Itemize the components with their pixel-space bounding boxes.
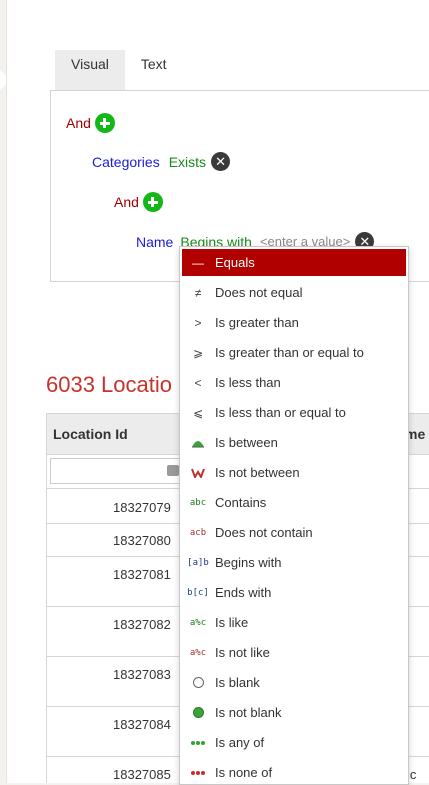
operator-option-label: Begins with — [215, 555, 282, 570]
condition-operator[interactable]: Exists — [169, 154, 206, 170]
operator-option-label: Is none of — [215, 765, 273, 780]
column-header-location-id[interactable]: Location Id — [47, 414, 128, 454]
operator-option-label: Ends with — [215, 585, 272, 600]
ends-with-icon: b[c] — [187, 587, 209, 598]
location-id-cell: 18327085 — [113, 767, 171, 782]
not-between-icon — [187, 468, 209, 478]
operator-option-label: Is any of — [215, 735, 265, 750]
operator-option-label: Equals — [215, 255, 255, 270]
operator-option-is-less-than[interactable]: < Is less than — [182, 369, 406, 396]
not-contain-icon: acb — [189, 527, 207, 538]
operator-option-label: Is between — [215, 435, 278, 450]
operator-option-label: Is blank — [215, 675, 260, 690]
tab-visual[interactable]: Visual — [55, 50, 125, 90]
operator-option-is-not-blank[interactable]: Is not blank — [182, 699, 406, 726]
condition-row-categories: Categories Exists ✕ — [92, 152, 231, 171]
greater-equal-icon: ⩾ — [192, 345, 204, 360]
not-equal-icon: ≠ — [194, 285, 202, 300]
operator-option-label: Does not contain — [215, 525, 313, 540]
operator-option-is-not-between[interactable]: Is not between — [182, 459, 406, 486]
not-like-icon: a%c — [189, 647, 207, 658]
add-condition-icon[interactable] — [94, 113, 115, 133]
operator-option-is-less-than-or-equal-to[interactable]: ⩽ Is less than or equal to — [182, 399, 406, 426]
operator-option-label: Is less than — [215, 375, 281, 390]
not-blank-icon — [187, 707, 209, 718]
operator-option-label: Is not like — [215, 645, 270, 660]
operator-option-is-like[interactable]: a%c Is like — [182, 609, 406, 636]
operator-option-label: Is greater than — [215, 315, 299, 330]
operator-option-does-not-contain[interactable]: acb Does not contain — [182, 519, 406, 546]
operator-option-is-greater-than[interactable]: > Is greater than — [182, 309, 406, 336]
operator-option-is-not-like[interactable]: a%c Is not like — [182, 639, 406, 666]
root-group: And — [66, 113, 115, 133]
operator-option-label: Is not between — [215, 465, 300, 480]
location-id-cell: 18327079 — [113, 500, 171, 515]
location-id-cell: 18327084 — [113, 717, 171, 732]
location-id-filter-input[interactable] — [50, 458, 182, 484]
less-equal-icon: ⩽ — [192, 405, 204, 420]
operator-option-is-any-of[interactable]: Is any of — [182, 729, 406, 756]
any-of-icon — [187, 740, 209, 745]
nested-and-operator[interactable]: And — [114, 194, 139, 210]
operator-option-is-none-of[interactable]: Is none of — [182, 759, 406, 784]
operator-option-label: Is less than or equal to — [215, 405, 346, 420]
operator-option-is-greater-than-or-equal-to[interactable]: ⩾ Is greater than or equal to — [182, 339, 406, 366]
operator-option-begins-with[interactable]: [a]b Begins with — [182, 549, 406, 576]
location-id-cell: 18327082 — [113, 617, 171, 632]
operator-option-is-between[interactable]: Is between — [182, 429, 406, 456]
operator-option-label: Does not equal — [215, 285, 303, 300]
operator-dropdown: — Equals ≠ Does not equal > Is greater than ⩾ I… — [179, 246, 409, 785]
blank-icon — [187, 677, 209, 688]
begins-with-icon: [a]b — [187, 557, 209, 568]
root-and-operator[interactable]: And — [66, 115, 91, 131]
remove-condition-icon[interactable]: ✕ — [211, 152, 231, 171]
operator-option-ends-with[interactable]: b[c] Ends with — [182, 579, 406, 606]
like-icon: a%c — [189, 617, 207, 628]
operator-option-label: Contains — [215, 495, 267, 510]
less-than-icon: < — [194, 375, 202, 390]
location-id-cell: 18327081 — [113, 567, 171, 582]
condition-field[interactable]: Name — [136, 234, 173, 250]
tab-text[interactable]: Text — [125, 50, 183, 90]
operator-option-is-blank[interactable]: Is blank — [182, 669, 406, 696]
contains-icon: abc — [189, 497, 207, 508]
none-of-icon — [187, 770, 209, 775]
add-nested-condition-icon[interactable] — [142, 192, 163, 212]
operator-option-contains[interactable]: abc Contains — [182, 489, 406, 516]
equals-icon: — — [192, 255, 204, 270]
filter-icon[interactable] — [167, 465, 179, 476]
results-title: 6033 Locatio — [46, 372, 172, 397]
operator-option-equals[interactable]: — Equals — [182, 249, 406, 276]
greater-than-icon: > — [194, 315, 202, 330]
between-icon — [187, 438, 209, 448]
operator-option-label: Is not blank — [215, 705, 282, 720]
editor-tabs: Visual Text — [55, 50, 183, 90]
nested-group: And — [114, 192, 163, 212]
operator-option-does-not-equal[interactable]: ≠ Does not equal — [182, 279, 406, 306]
condition-field[interactable]: Categories — [92, 154, 160, 170]
operator-option-label: Is like — [215, 615, 249, 630]
operator-option-label: Is greater than or equal to — [215, 345, 364, 360]
location-id-cell: 18327080 — [113, 533, 171, 548]
location-id-cell: 18327083 — [113, 667, 171, 682]
